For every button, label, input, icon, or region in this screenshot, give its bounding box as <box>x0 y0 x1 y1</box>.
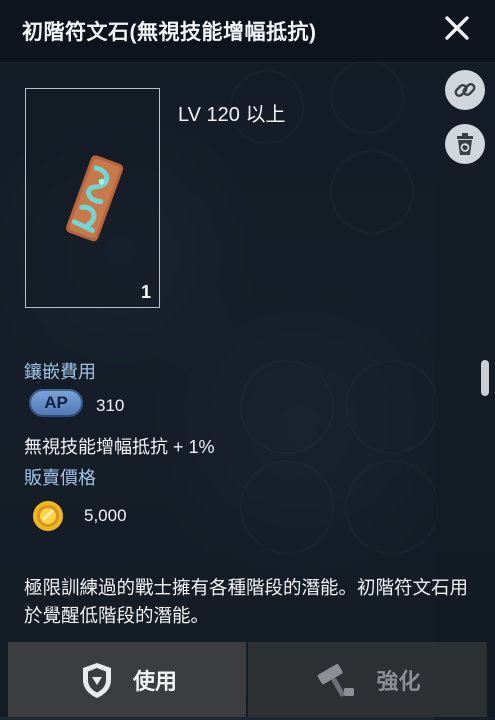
hammer-icon <box>318 663 355 696</box>
close-button[interactable] <box>439 12 473 46</box>
item-detail-panel: 初階符文石(無視技能增幅抵抗) 1 LV 120 以上 鑲嵌費用 AP 310 … <box>0 0 495 717</box>
link-button[interactable] <box>445 70 485 110</box>
action-bar: 使用 強化 <box>0 640 495 717</box>
item-description: 極限訓練過的戰士擁有各種階段的潛能。初階符文石用於覺醒低階段的潛能。 <box>24 577 469 626</box>
use-button[interactable]: 使用 <box>8 642 246 717</box>
item-count: 1 <box>140 282 151 302</box>
sell-price-amount: 5,000 <box>84 506 127 525</box>
scrollbar-thumb[interactable] <box>481 360 489 396</box>
close-icon <box>445 16 469 40</box>
level-requirement: LV 120 以上 <box>178 104 286 126</box>
inlay-cost-amount: 310 <box>96 396 125 415</box>
shield-icon <box>82 662 111 698</box>
use-button-label: 使用 <box>132 668 177 694</box>
enhance-button[interactable]: 強化 <box>248 642 487 717</box>
item-title: 初階符文石(無視技能增幅抵抗) <box>22 21 317 44</box>
item-icon-frame: 1 <box>25 88 160 308</box>
recycle-bin-icon <box>457 133 473 155</box>
link-icon <box>454 83 476 97</box>
title-bar: 初階符文石(無視技能增幅抵抗) <box>0 0 495 63</box>
ap-currency-icon: AP <box>29 389 83 417</box>
sell-price-label: 販賣價格 <box>24 468 96 488</box>
enhance-button-label: 強化 <box>376 668 421 694</box>
rune-stone-icon <box>66 155 124 242</box>
dismantle-button[interactable] <box>445 124 485 164</box>
effect-text: 無視技能增幅抵抗 + 1% <box>24 437 215 457</box>
gold-coin-icon <box>33 501 63 531</box>
inlay-cost-label: 鑲嵌費用 <box>24 362 96 382</box>
